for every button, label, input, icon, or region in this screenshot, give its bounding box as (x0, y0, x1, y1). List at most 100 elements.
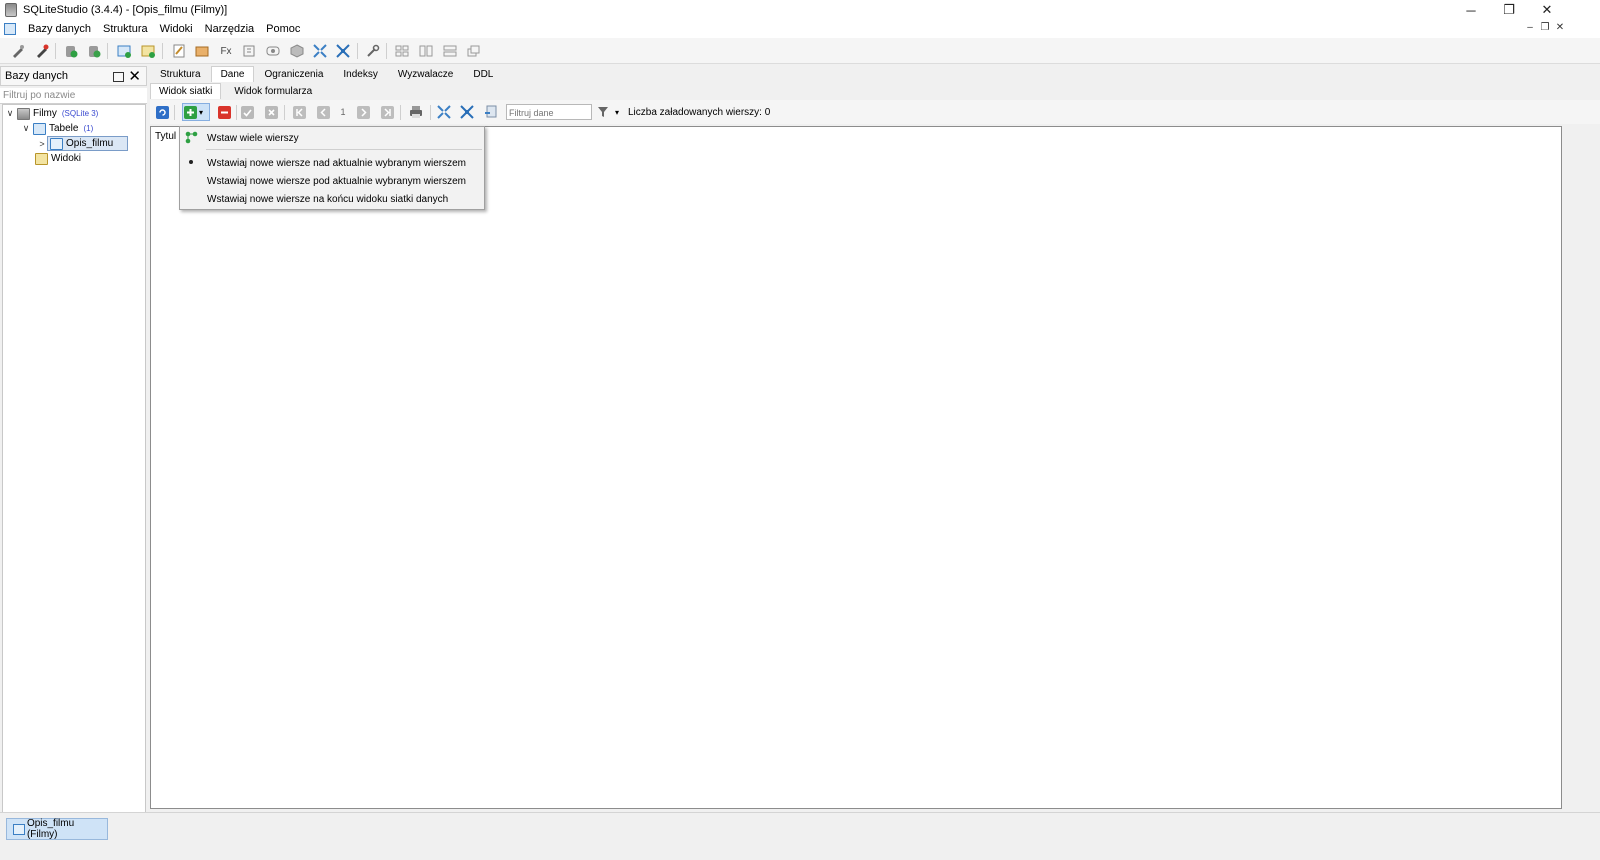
database-name: Filmy (33, 108, 57, 119)
print-icon[interactable] (408, 104, 424, 120)
insert-multiple-rows-icon (185, 131, 198, 147)
tree-item-filmy[interactable]: ∨ Filmy (SQLite 3) (5, 106, 98, 121)
mdi-window-icon[interactable] (4, 23, 16, 35)
mdi-minimize-button[interactable]: – (1523, 22, 1537, 33)
views-folder-icon (35, 152, 48, 165)
tree-item-opis-filmu[interactable]: > Opis_filmu (37, 136, 129, 151)
menu-pomoc[interactable]: Pomoc (260, 23, 306, 35)
expander-icon[interactable]: ∨ (5, 108, 15, 119)
tab-dane[interactable]: Dane (210, 66, 255, 82)
menu-item-insert-multiple-rows[interactable]: Wstaw wiele wierszy (207, 133, 299, 144)
main-toolbar: Fx (0, 38, 1600, 64)
remove-database-icon[interactable] (85, 42, 103, 60)
selected-table[interactable]: Opis_filmu (47, 136, 129, 151)
tile-icon[interactable] (393, 42, 411, 60)
menu-option-insert-above[interactable]: Wstawiaj nowe wiersze nad aktualnie wybr… (207, 158, 466, 169)
disconnect-icon[interactable] (33, 42, 51, 60)
table-name: Opis_filmu (66, 138, 114, 149)
create-table-icon[interactable] (115, 42, 133, 60)
database-tree: ∨ Filmy (SQLite 3) ∨ Tabele (1) > Opis_f… (2, 104, 146, 834)
data-toolbar: ▾ 1 ▾ Liczba załadowanych wierszy: 0 (150, 100, 1600, 124)
expand-columns-icon[interactable] (436, 104, 452, 120)
expand-icon[interactable] (311, 42, 329, 60)
menu-separator (206, 149, 482, 150)
data-filter-input[interactable] (506, 104, 592, 120)
rollback-icon[interactable] (263, 104, 279, 120)
tab-indeksy[interactable]: Indeksy (333, 66, 387, 82)
rows-loaded-label: Liczba załadowanych wierszy: 0 (628, 107, 771, 118)
menu-option-insert-below[interactable]: Wstawiaj nowe wiersze pod aktualnie wybr… (207, 176, 466, 187)
dock-float-icon[interactable] (113, 72, 124, 82)
table-icon (13, 823, 25, 835)
filter-dropdown-arrow[interactable]: ▾ (612, 104, 622, 120)
tree-item-tabele[interactable]: ∨ Tabele (1) (21, 121, 93, 136)
tab-ddl[interactable]: DDL (463, 66, 503, 82)
window-task-bar: Opis_filmu (Filmy) (0, 812, 1600, 860)
database-filter-input[interactable]: Filtruj po nazwie (0, 88, 147, 104)
sqlitestudio-app-icon (5, 3, 17, 17)
menu-bazy-danych[interactable]: Bazy danych (22, 23, 97, 35)
tile-horizontal-icon[interactable] (441, 42, 459, 60)
delete-row-icon[interactable] (216, 104, 232, 120)
tree-item-widoki[interactable]: Widoki (31, 151, 81, 166)
table-icon (50, 137, 63, 150)
tab-widok-siatki[interactable]: Widok siatki (150, 83, 222, 99)
dock-title-bar: Bazy danych ✕ (0, 66, 147, 86)
tile-vertical-icon[interactable] (417, 42, 435, 60)
refresh-icon[interactable] (154, 104, 170, 120)
functions-icon[interactable]: Fx (217, 42, 235, 60)
dock-close-icon[interactable]: ✕ (128, 69, 141, 84)
collations-icon[interactable] (240, 42, 258, 60)
insert-dropdown-arrow[interactable]: ▾ (199, 108, 203, 117)
ddl-history-icon[interactable] (193, 42, 211, 60)
menu-bar: Bazy danych Struktura Widoki Narzędzia P… (0, 20, 1600, 38)
restore-window-button[interactable]: ❐ (1490, 0, 1528, 20)
close-window-button[interactable]: ✕ (1528, 0, 1566, 20)
next-page-icon[interactable] (355, 104, 371, 120)
connect-icon[interactable] (9, 42, 27, 60)
tables-label: Tabele (49, 123, 79, 134)
commit-icon[interactable] (239, 104, 255, 120)
menu-widoki[interactable]: Widoki (154, 23, 199, 35)
last-page-icon[interactable] (379, 104, 395, 120)
title-bar: SQLiteStudio (3.4.4) - [Opis_filmu (Film… (0, 0, 1600, 20)
previous-page-icon[interactable] (315, 104, 331, 120)
database-type: (SQLite 3) (61, 109, 99, 118)
dock-title: Bazy danych (5, 70, 68, 82)
minimize-window-button[interactable]: ─ (1452, 0, 1490, 20)
snippets-icon[interactable] (288, 42, 306, 60)
mdi-close-button[interactable]: ✕ (1553, 22, 1567, 33)
tables-count: (1) (83, 124, 94, 133)
menu-narzedzia[interactable]: Narzędzia (199, 23, 261, 35)
page-number[interactable]: 1 (335, 104, 351, 120)
sql-editor-icon[interactable] (170, 42, 188, 60)
tab-widok-formularza[interactable]: Widok formularza (225, 83, 321, 99)
filter-icon[interactable] (596, 104, 612, 120)
task-button-label: Opis_filmu (Filmy) (26, 818, 75, 840)
collapse-icon[interactable] (334, 42, 352, 60)
import-icon[interactable] (483, 104, 499, 120)
add-database-icon[interactable] (62, 42, 80, 60)
tab-wyzwalacze[interactable]: Wyzwalacze (388, 66, 463, 82)
insert-row-button[interactable]: ▾ (182, 103, 210, 121)
data-grid[interactable]: Tytul (150, 126, 1562, 809)
collapse-columns-icon[interactable] (459, 104, 475, 120)
menu-struktura[interactable]: Struktura (97, 23, 154, 35)
column-header-tytul[interactable]: Tytul (155, 131, 176, 142)
expander-icon[interactable]: ∨ (21, 123, 31, 134)
tables-folder-icon (33, 122, 46, 135)
tab-ograniczenia[interactable]: Ograniczenia (254, 66, 333, 82)
expander-icon[interactable]: > (37, 139, 47, 149)
task-button-opis-filmu[interactable]: Opis_filmu (Filmy) (6, 818, 108, 840)
extensions-icon[interactable] (264, 42, 282, 60)
insert-rows-menu: Wstaw wiele wierszy Wstawiaj nowe wiersz… (179, 126, 485, 210)
views-label: Widoki (51, 153, 82, 164)
cascade-icon[interactable] (465, 42, 483, 60)
menu-option-insert-at-end[interactable]: Wstawiaj nowe wiersze na końcu widoku si… (207, 194, 448, 205)
settings-icon[interactable] (364, 42, 382, 60)
mdi-restore-button[interactable]: ❐ (1538, 22, 1552, 33)
first-page-icon[interactable] (291, 104, 307, 120)
databases-dock: Bazy danych ✕ Filtruj po nazwie ∨ Filmy … (0, 64, 147, 834)
tab-struktura[interactable]: Struktura (150, 66, 211, 82)
edit-table-icon[interactable] (139, 42, 157, 60)
